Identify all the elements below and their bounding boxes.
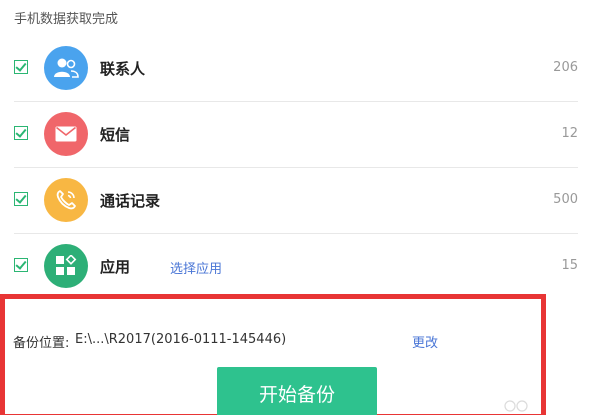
watermark-icon [504, 400, 528, 412]
call-log-checkbox[interactable] [14, 192, 28, 206]
change-location-link[interactable]: 更改 [412, 332, 438, 351]
call-log-label: 通话记录 [100, 192, 161, 210]
messages-checkbox[interactable] [14, 126, 28, 140]
backup-panel: 备份位置: E:\...\R2017(2016-0111-145446) 更改 … [0, 294, 546, 415]
start-backup-button[interactable]: 开始备份 [217, 367, 377, 415]
status-header: 手机数据获取完成 [14, 12, 119, 27]
apps-checkbox[interactable] [14, 258, 28, 272]
apps-icon [44, 244, 88, 288]
contacts-checkbox[interactable] [14, 60, 28, 74]
contacts-count: 206 [553, 60, 578, 75]
backup-location-label: 备份位置: [13, 336, 70, 351]
phone-icon [44, 178, 88, 222]
select-apps-link[interactable]: 选择应用 [170, 258, 222, 277]
backup-window: 手机数据获取完成 联系人 206 短信 12 通话记录 500 应用 选择应用 … [0, 0, 600, 415]
apps-count: 15 [561, 258, 578, 273]
messages-label: 短信 [100, 126, 131, 144]
list-item-messages: 短信 12 [0, 102, 600, 168]
list-item-contacts: 联系人 206 [0, 36, 600, 102]
messages-count: 12 [561, 126, 578, 141]
list-item-call-log: 通话记录 500 [0, 168, 600, 234]
call-log-count: 500 [553, 192, 578, 207]
list-item-apps: 应用 选择应用 15 [0, 234, 600, 300]
apps-label: 应用 [100, 258, 131, 276]
data-category-list: 联系人 206 短信 12 通话记录 500 应用 选择应用 15 [0, 36, 600, 300]
backup-location-value: E:\...\R2017(2016-0111-145446) [75, 332, 287, 347]
contacts-label: 联系人 [100, 60, 146, 78]
contacts-icon [44, 46, 88, 90]
message-icon [44, 112, 88, 156]
